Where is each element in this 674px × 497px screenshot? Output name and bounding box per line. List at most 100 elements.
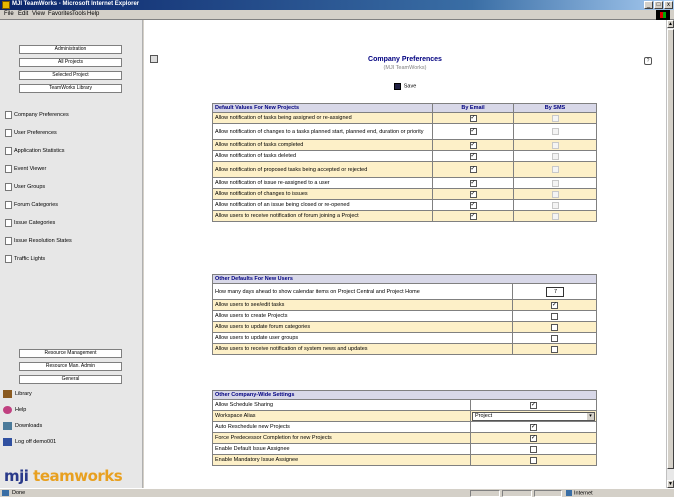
sidebar-button-administration[interactable]: Administration: [19, 45, 122, 54]
sidebar-item-company-preferences[interactable]: Company Preferences: [5, 110, 69, 120]
sidebar-item-application-statistics[interactable]: Application Statistics: [5, 146, 64, 156]
sidebar-item-issue-categories[interactable]: Issue Categories: [5, 218, 55, 228]
table-row: How many days ahead to show calendar ite…: [212, 283, 597, 300]
close-button[interactable]: x: [664, 1, 673, 9]
downloads-icon: [3, 421, 12, 430]
logoff-icon: [3, 437, 12, 446]
save-button[interactable]: Save: [144, 83, 666, 90]
email-checkbox[interactable]: ✓: [469, 128, 477, 135]
column-header-email: By Email: [432, 103, 514, 113]
main-content: ? Company Preferences (MJI TeamWorks) Sa…: [144, 20, 666, 488]
sidebar-nav-help[interactable]: Help: [3, 404, 26, 416]
row-label: How many days ahead to show calendar ite…: [212, 283, 513, 300]
setting-checkbox[interactable]: [530, 456, 537, 464]
row-label: Allow users to update forum categories: [212, 321, 513, 333]
setting-checkbox[interactable]: [551, 334, 558, 342]
menu-edit[interactable]: Edit: [18, 11, 28, 17]
status-pane: [470, 490, 500, 497]
workspace-alias-select[interactable]: Project ▾: [472, 411, 595, 421]
setting-checkbox[interactable]: ✓: [530, 423, 537, 431]
status-pane: [534, 490, 562, 497]
section-header: Other Company-Wide Settings: [212, 390, 597, 400]
row-label: Allow Schedule Sharing: [212, 399, 471, 411]
sidebar-nav-logoff[interactable]: Log off demo001: [3, 436, 56, 448]
menu-bar: File Edit View Favorites Tools Help: [0, 10, 674, 20]
sidebar-button-selected-project[interactable]: Selected Project: [19, 71, 122, 80]
page-icon: [5, 129, 12, 137]
page-icon: [5, 201, 12, 209]
menu-favorites[interactable]: Favorites: [48, 11, 73, 17]
teamworks-logo: mji teamworks: [4, 467, 123, 485]
sidebar-item-user-preferences[interactable]: User Preferences: [5, 128, 57, 138]
table-row: Allow notification of changes to issues ✓: [212, 188, 597, 200]
table-row: Allow notification of tasks deleted ✓: [212, 150, 597, 162]
row-label: Auto Reschedule new Projects: [212, 421, 471, 433]
email-checkbox[interactable]: ✓: [469, 179, 477, 187]
menu-help[interactable]: Help: [87, 11, 99, 17]
minimize-button[interactable]: _: [644, 1, 653, 9]
page-icon: [5, 165, 12, 173]
library-icon: [3, 389, 12, 398]
row-label: Allow users to receive notification of f…: [212, 210, 433, 222]
email-checkbox[interactable]: ✓: [469, 166, 477, 173]
page-done-icon: [2, 490, 9, 496]
row-label: Allow users to create Projects: [212, 310, 513, 322]
scroll-thumb[interactable]: [667, 29, 674, 469]
row-label: Allow notification of tasks being assign…: [212, 112, 433, 124]
row-label: Allow notification of issue re-assigned …: [212, 177, 433, 189]
table-row: Enable Default Issue Assignee: [212, 443, 597, 455]
sidebar: Administration All Projects Selected Pro…: [0, 20, 143, 488]
table-header: Other Company-Wide Settings: [212, 390, 597, 400]
calendar-days-input[interactable]: 7: [545, 286, 564, 297]
sidebar-button-resource-man-admin[interactable]: Resource Man. Admin: [19, 362, 122, 371]
status-pane: [502, 490, 532, 497]
window-title-bar: MJI TeamWorks - Microsoft Internet Explo…: [0, 0, 674, 10]
email-checkbox[interactable]: ✓: [469, 212, 477, 220]
sidebar-button-teamworks-library[interactable]: TeamWorks Library: [19, 84, 122, 93]
table-header: Default Values For New Projects By Email…: [212, 103, 597, 113]
setting-checkbox[interactable]: ✓: [530, 434, 537, 442]
sidebar-item-user-groups[interactable]: User Groups: [5, 182, 45, 192]
setting-checkbox[interactable]: [530, 445, 537, 453]
table-row: Allow notification of proposed tasks bei…: [212, 161, 597, 178]
email-checkbox[interactable]: ✓: [469, 114, 477, 122]
sidebar-button-resource-management[interactable]: Resource Management: [19, 349, 122, 358]
email-checkbox[interactable]: ✓: [469, 152, 477, 160]
sidebar-item-issue-resolution-states[interactable]: Issue Resolution States: [5, 236, 72, 246]
vertical-scrollbar[interactable]: ▲ ▼: [666, 20, 674, 488]
sidebar-nav-downloads[interactable]: Downloads: [3, 420, 42, 432]
menu-tools[interactable]: Tools: [72, 11, 86, 17]
sidebar-item-traffic-lights[interactable]: Traffic Lights: [5, 254, 45, 264]
scroll-down-icon[interactable]: ▼: [667, 480, 674, 488]
setting-checkbox[interactable]: [551, 312, 558, 320]
table-row: Allow users to receive notification of f…: [212, 210, 597, 222]
page-icon: [5, 219, 12, 227]
column-header-sms: By SMS: [513, 103, 597, 113]
sidebar-button-general[interactable]: General: [19, 375, 122, 384]
save-disk-icon: [393, 83, 401, 90]
row-label: Allow notification of tasks completed: [212, 139, 433, 151]
setting-checkbox[interactable]: [551, 323, 558, 331]
table-row: Force Predecessor Completion for new Pro…: [212, 432, 597, 444]
sms-checkbox: [551, 114, 559, 122]
section-header: Other Defaults For New Users: [212, 274, 597, 284]
setting-checkbox[interactable]: ✓: [551, 301, 558, 309]
sms-checkbox: [551, 179, 559, 187]
email-checkbox[interactable]: ✓: [469, 141, 477, 149]
scroll-up-icon[interactable]: ▲: [667, 20, 674, 28]
setting-checkbox[interactable]: ✓: [530, 401, 537, 409]
menu-view[interactable]: View: [32, 11, 45, 17]
email-checkbox[interactable]: ✓: [469, 190, 477, 198]
sidebar-nav-library[interactable]: Library: [3, 388, 32, 400]
sms-checkbox: [551, 212, 559, 220]
row-label: Allow users to see/edit tasks: [212, 299, 513, 311]
sidebar-item-event-viewer[interactable]: Event Viewer: [5, 164, 46, 174]
sidebar-button-all-projects[interactable]: All Projects: [19, 58, 122, 67]
page-icon: [5, 183, 12, 191]
menu-file[interactable]: File: [4, 11, 14, 17]
sidebar-item-forum-categories[interactable]: Forum Categories: [5, 200, 58, 210]
help-icon: [3, 405, 12, 414]
setting-checkbox[interactable]: [551, 345, 558, 353]
maximize-button[interactable]: □: [654, 1, 663, 9]
email-checkbox[interactable]: ✓: [469, 201, 477, 209]
